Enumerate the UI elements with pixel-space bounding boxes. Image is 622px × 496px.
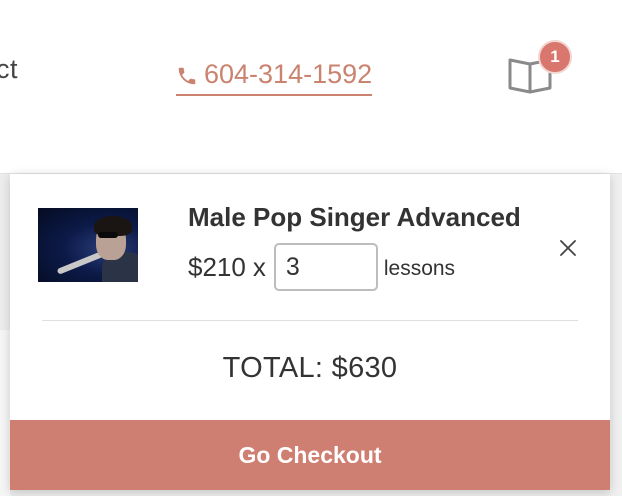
item-thumbnail[interactable] (38, 208, 138, 282)
checkout-button[interactable]: Go Checkout (10, 420, 610, 490)
item-price-row: $210 x lessons (188, 242, 455, 292)
page-background (0, 330, 10, 496)
book-icon (506, 58, 556, 100)
close-icon (556, 240, 580, 264)
item-title[interactable]: Male Pop Singer Advanced (188, 202, 521, 233)
phone-link[interactable]: 604-314-1592 (176, 56, 373, 96)
nav-link-contact[interactable]: ct (0, 54, 18, 85)
quantity-input[interactable] (273, 243, 378, 291)
multiply-sign: x (252, 251, 266, 282)
quantity-unit: lessons (383, 257, 456, 280)
singer-glasses-shape (98, 232, 118, 238)
cart-count-badge: 1 (538, 40, 572, 74)
site-header: ct 604-314-1592 1 (0, 0, 622, 174)
divider (42, 320, 578, 321)
page-background-right (610, 174, 622, 496)
phone-number: 604-314-1592 (204, 58, 373, 89)
phone-icon (176, 63, 198, 85)
microphone-shape (56, 251, 104, 275)
cart-total: TOTAL: $630 (222, 352, 398, 384)
item-price: $210 (188, 251, 246, 282)
cart-dropdown: Male Pop Singer Advanced $210 x lessons … (10, 174, 610, 490)
remove-item-button[interactable] (556, 236, 580, 260)
